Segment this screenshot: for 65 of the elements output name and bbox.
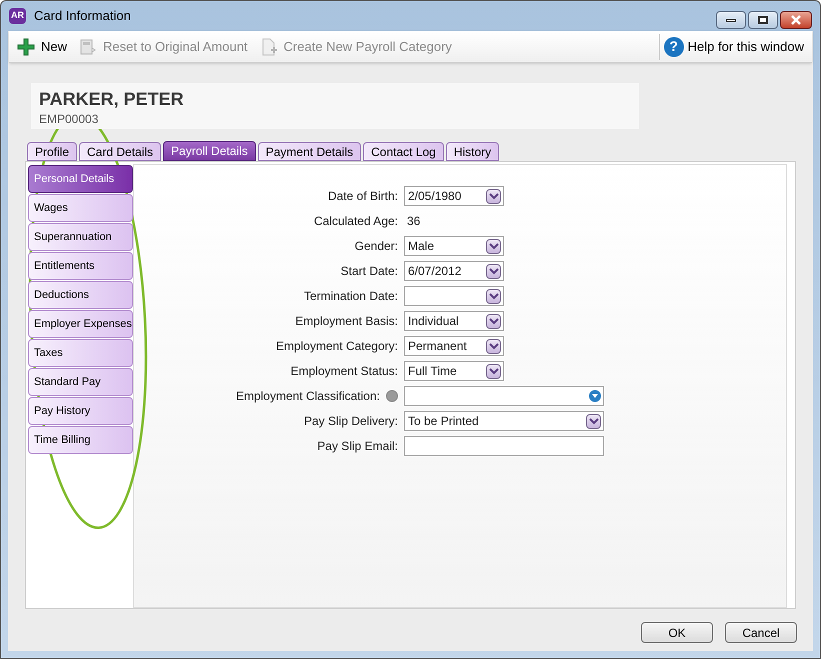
caret-icon	[486, 238, 501, 254]
maximize-icon	[758, 16, 768, 24]
dropdown[interactable]: 2/05/1980	[404, 186, 504, 206]
maximize-button[interactable]	[748, 11, 778, 29]
side-nav-item[interactable]: Time Billing	[28, 426, 133, 454]
field-label: Employment Basis:	[295, 313, 398, 330]
minimize-button[interactable]	[716, 11, 746, 29]
tab[interactable]: Profile	[27, 142, 78, 161]
field-label: Termination Date:	[304, 288, 398, 305]
calculator-icon	[79, 38, 98, 56]
field-label: Start Date:	[340, 263, 398, 280]
caret-icon	[589, 390, 601, 402]
field-label: Date of Birth:	[328, 188, 398, 205]
document-add-icon	[260, 38, 278, 56]
side-nav-item[interactable]: Wages	[28, 194, 133, 222]
close-icon	[790, 15, 802, 25]
tab[interactable]: Payroll Details	[163, 141, 256, 161]
app-logo: AR	[9, 8, 26, 24]
dropdown[interactable]	[404, 386, 604, 406]
caret-icon	[486, 188, 501, 204]
employee-name: PARKER, PETER	[39, 88, 185, 110]
help-link[interactable]: Help for this window	[688, 36, 804, 56]
caret-icon	[486, 264, 501, 278]
field-label: Gender:	[354, 238, 398, 255]
field-label: Pay Slip Delivery:	[304, 413, 398, 430]
side-nav-item[interactable]: Superannuation	[28, 223, 133, 251]
close-button[interactable]	[780, 11, 812, 29]
tab[interactable]: History	[446, 142, 500, 161]
side-nav-item[interactable]: Standard Pay	[28, 368, 133, 396]
caret-icon	[486, 338, 501, 354]
dialog-button[interactable]: OK	[641, 622, 713, 643]
field-label: Employment Classification:	[236, 388, 380, 405]
tab[interactable]: Payment Details	[258, 142, 362, 161]
input-field[interactable]	[404, 436, 604, 456]
help-icon[interactable]: ?	[664, 36, 684, 56]
caret-icon	[586, 414, 601, 428]
dropdown[interactable]: 6/07/2012	[404, 261, 504, 281]
field-label: Pay Slip Email:	[317, 438, 398, 455]
caret-icon	[486, 364, 501, 378]
side-nav-item[interactable]: Personal Details	[28, 165, 133, 193]
tab[interactable]: Card Details	[79, 142, 162, 161]
dropdown[interactable]	[404, 286, 504, 306]
dropdown[interactable]: Individual	[404, 311, 504, 331]
field-label: Employment Status:	[290, 363, 398, 380]
caret-icon	[486, 288, 501, 304]
field-label: Employment Category:	[276, 338, 398, 355]
field-label: Calculated Age:	[314, 213, 398, 230]
dropdown[interactable]: Male	[404, 236, 504, 256]
caret-icon	[486, 314, 501, 328]
minimize-icon	[726, 18, 736, 22]
dialog-button[interactable]: Cancel	[725, 622, 797, 643]
dropdown[interactable]: Permanent	[404, 336, 504, 356]
side-nav-item[interactable]: Deductions	[28, 281, 133, 309]
plus-icon	[17, 38, 35, 56]
side-nav-item[interactable]: Pay History	[28, 397, 133, 425]
employee-id: EMP00003	[39, 111, 100, 128]
toolbar-button[interactable]: New	[17, 36, 68, 56]
window-title: Card Information	[34, 7, 131, 26]
side-nav-item[interactable]: Entitlements	[28, 252, 133, 280]
side-nav-item[interactable]: Taxes	[28, 339, 133, 367]
tab[interactable]: Contact Log	[363, 142, 444, 161]
dropdown[interactable]: To be Printed	[404, 411, 604, 431]
side-nav-item[interactable]: Employer Expenses	[28, 310, 133, 338]
age-value: 36	[406, 213, 420, 230]
dropdown[interactable]: Full Time	[404, 361, 504, 381]
